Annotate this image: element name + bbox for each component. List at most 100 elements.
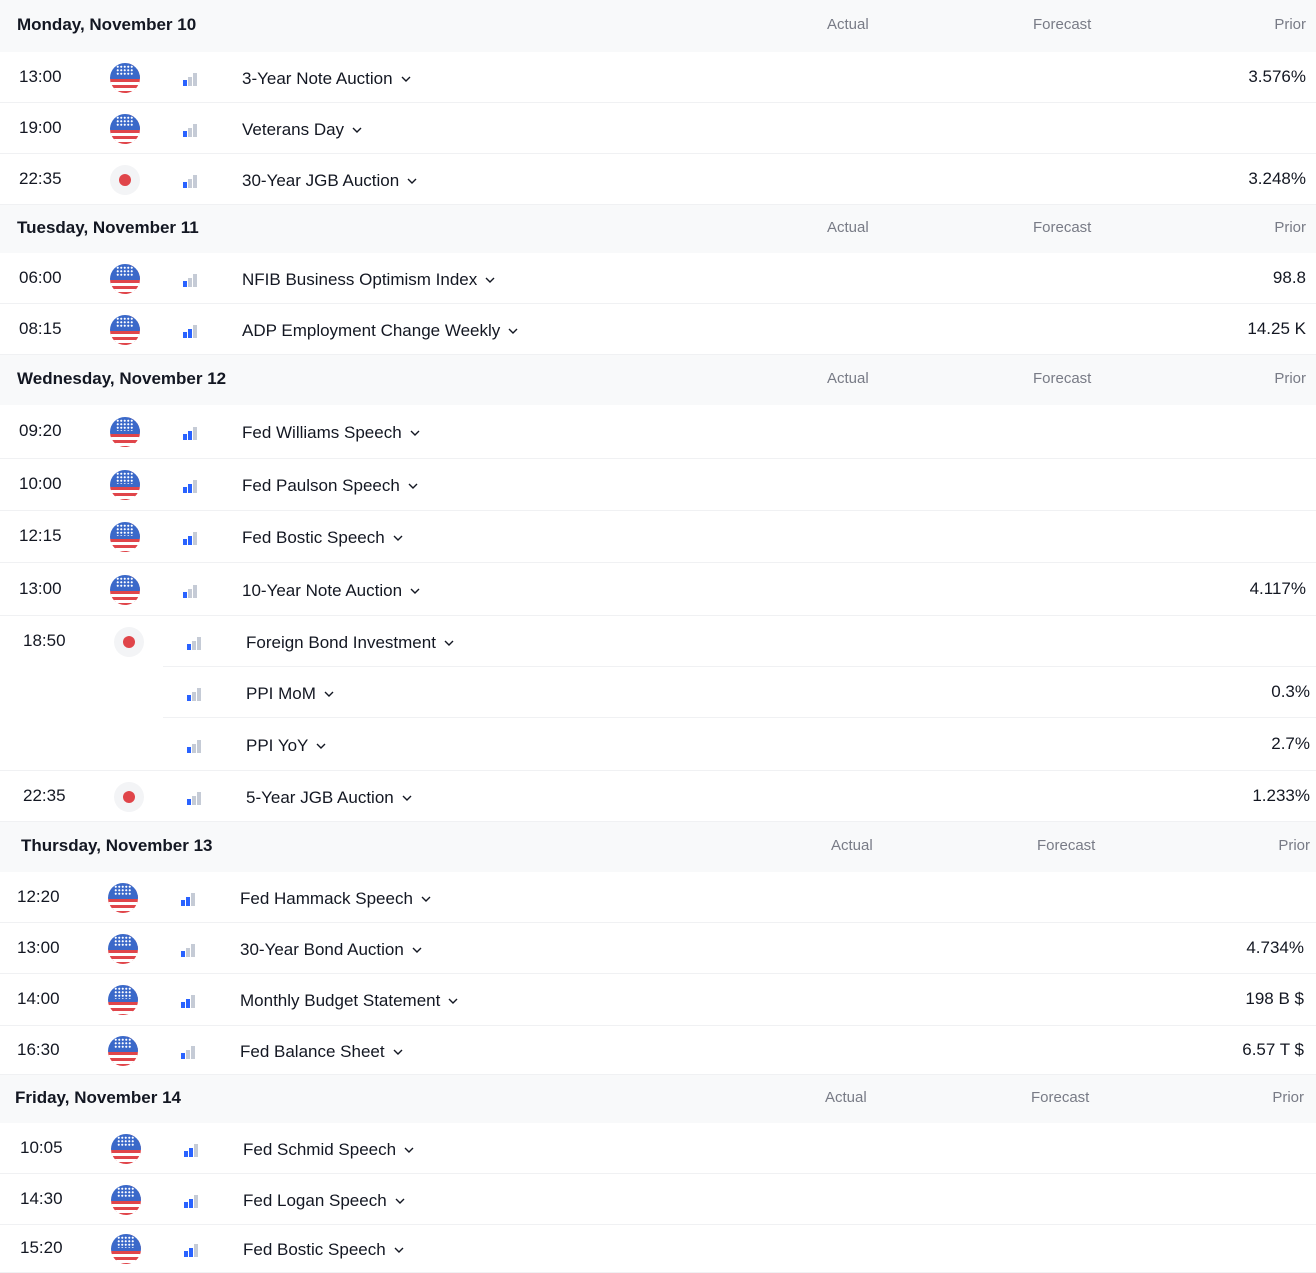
event-title-text: ADP Employment Change Weekly	[242, 320, 501, 340]
chevron-down-icon[interactable]	[408, 474, 418, 494]
event-row[interactable]: 13:00 30-Year Bond Auction 4.734%	[0, 923, 1316, 974]
importance-bar	[183, 591, 187, 598]
importance-icon	[184, 1143, 198, 1157]
importance-bar	[181, 899, 185, 906]
chevron-down-icon[interactable]	[485, 268, 495, 288]
event-row[interactable]: 22:35 30-Year JGB Auction 3.248%	[0, 154, 1316, 205]
chevron-down-icon[interactable]	[508, 319, 518, 339]
chevron-down-icon[interactable]	[410, 579, 420, 599]
event-title[interactable]: Fed Schmid Speech	[243, 1138, 414, 1160]
chevron-down-icon[interactable]	[395, 1189, 405, 1209]
event-title[interactable]: 5-Year JGB Auction	[246, 786, 412, 808]
event-title[interactable]: Fed Bostic Speech	[243, 1238, 404, 1260]
importance-bar	[194, 1244, 198, 1257]
event-title[interactable]: Monthly Budget Statement	[240, 989, 458, 1011]
importance-bar	[189, 1198, 193, 1208]
event-title[interactable]: PPI YoY	[246, 734, 326, 756]
chevron-down-icon[interactable]	[448, 989, 458, 1009]
chevron-down-icon[interactable]	[393, 1040, 403, 1060]
event-title[interactable]: Fed Hammack Speech	[240, 887, 431, 909]
event-title[interactable]: Fed Balance Sheet	[240, 1040, 403, 1062]
chevron-down-icon[interactable]	[324, 682, 334, 702]
flag-stripes	[111, 1150, 141, 1164]
event-prior-value: 1.233%	[1252, 785, 1310, 805]
us-flag-icon	[108, 985, 138, 1015]
event-row[interactable]: 10:05 Fed Schmid Speech	[0, 1123, 1316, 1174]
importance-bar	[183, 434, 187, 440]
event-prior-value: 198 B $	[1245, 989, 1304, 1008]
event-title-text: Fed Schmid Speech	[243, 1139, 397, 1159]
event-title[interactable]: PPI MoM	[246, 682, 334, 704]
flag-canton	[110, 574, 140, 591]
importance-icon	[184, 1194, 198, 1208]
flag-canton	[108, 933, 138, 950]
chevron-down-icon[interactable]	[393, 526, 403, 546]
event-title[interactable]: 10-Year Note Auction	[242, 579, 420, 601]
importance-bar	[187, 798, 191, 805]
column-header-actual: Actual	[827, 219, 869, 236]
importance-bar	[193, 174, 197, 188]
chevron-down-icon[interactable]	[444, 631, 454, 651]
event-title[interactable]: Fed Bostic Speech	[242, 526, 403, 548]
importance-bar	[187, 746, 191, 753]
chevron-down-icon[interactable]	[421, 887, 431, 907]
event-row[interactable]: 14:00 Monthly Budget Statement 198 B $	[0, 974, 1316, 1026]
event-row[interactable]: 12:15 Fed Bostic Speech	[0, 511, 1316, 563]
event-row[interactable]: 13:00 10-Year Note Auction 4.117%	[0, 563, 1316, 616]
event-title[interactable]: Fed Logan Speech	[243, 1189, 405, 1211]
importance-icon	[183, 427, 197, 440]
flag-stripes	[110, 130, 140, 144]
event-row[interactable]: 09:20 Fed Williams Speech	[0, 405, 1316, 459]
day-header: Monday, November 10 Actual Forecast Prior	[0, 0, 1316, 52]
chevron-down-icon[interactable]	[410, 421, 420, 441]
event-title[interactable]: Fed Paulson Speech	[242, 474, 418, 496]
event-row[interactable]: 12:20 Fed Hammack Speech	[0, 872, 1316, 923]
flag-canton	[110, 314, 140, 331]
event-row[interactable]: PPI MoM 0.3%	[0, 667, 1316, 718]
event-time: 19:00	[19, 117, 62, 137]
importance-icon	[183, 532, 197, 545]
chevron-down-icon[interactable]	[352, 118, 362, 138]
event-time: 13:00	[19, 66, 62, 86]
event-title[interactable]: Foreign Bond Investment	[246, 631, 454, 653]
event-row[interactable]: 22:35 5-Year JGB Auction 1.233%	[0, 771, 1316, 822]
event-title[interactable]: Fed Williams Speech	[242, 421, 420, 443]
event-title[interactable]: 3-Year Note Auction	[242, 67, 411, 89]
chevron-down-icon[interactable]	[402, 786, 412, 806]
chevron-down-icon[interactable]	[407, 169, 417, 189]
japan-flag-icon	[110, 164, 140, 195]
event-row[interactable]: 15:20 Fed Bostic Speech	[0, 1225, 1316, 1273]
event-title[interactable]: Veterans Day	[242, 118, 362, 140]
event-row[interactable]: 06:00 NFIB Business Optimism Index 98.8	[0, 253, 1316, 304]
day-title: Tuesday, November 11	[17, 218, 199, 237]
column-header-prior: Prior	[1278, 837, 1310, 854]
event-title[interactable]: ADP Employment Change Weekly	[242, 319, 518, 341]
event-row[interactable]: 08:15 ADP Employment Change Weekly 14.25 K	[0, 304, 1316, 355]
flag-canton	[110, 113, 140, 130]
event-row[interactable]: 13:00 3-Year Note Auction 3.576%	[0, 52, 1316, 103]
importance-bar	[187, 643, 191, 650]
importance-icon	[183, 123, 197, 137]
chevron-down-icon[interactable]	[401, 67, 411, 87]
importance-bar	[193, 72, 197, 86]
event-title[interactable]: NFIB Business Optimism Index	[242, 268, 495, 290]
event-row[interactable]: 10:00 Fed Paulson Speech	[0, 459, 1316, 511]
event-row[interactable]: PPI YoY 2.7%	[0, 718, 1316, 771]
importance-icon	[187, 791, 201, 805]
chevron-down-icon[interactable]	[316, 734, 326, 754]
event-title[interactable]: 30-Year Bond Auction	[240, 938, 422, 960]
chevron-down-icon[interactable]	[404, 1138, 414, 1158]
chevron-down-icon[interactable]	[394, 1238, 404, 1258]
flag-canton	[110, 62, 140, 79]
importance-bar	[187, 694, 191, 701]
flag-stripes	[111, 1201, 141, 1215]
event-title[interactable]: 30-Year JGB Auction	[242, 169, 417, 191]
event-row[interactable]: 16:30 Fed Balance Sheet 6.57 T $	[0, 1026, 1316, 1075]
event-title-text: Monthly Budget Statement	[240, 991, 441, 1010]
event-row[interactable]: 18:50 Foreign Bond Investment	[0, 616, 1316, 667]
event-row[interactable]: 19:00 Veterans Day	[0, 103, 1316, 154]
importance-bar	[193, 324, 197, 338]
chevron-down-icon[interactable]	[412, 938, 422, 958]
event-row[interactable]: 14:30 Fed Logan Speech	[0, 1174, 1316, 1225]
event-time: 09:20	[19, 421, 62, 440]
